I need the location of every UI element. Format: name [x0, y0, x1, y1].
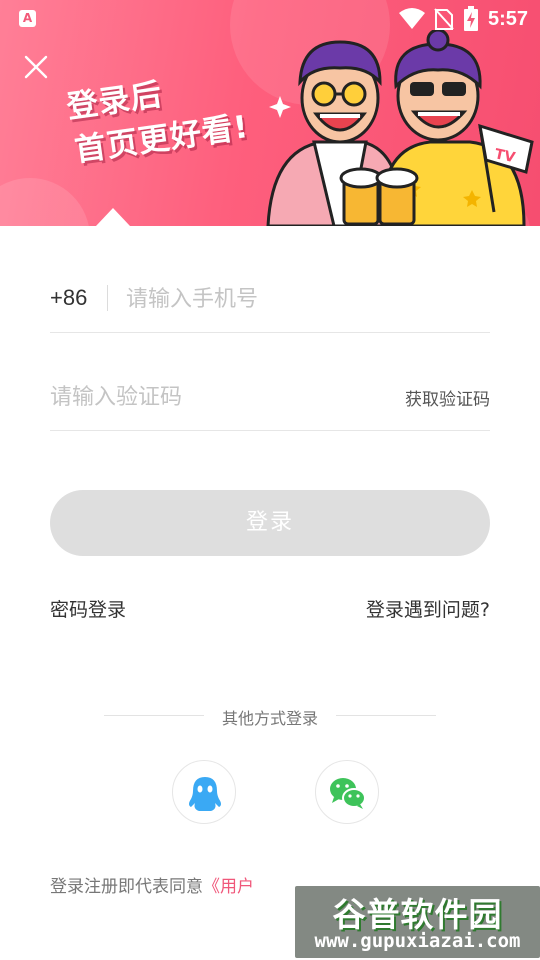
app-notification-icon: A — [19, 10, 36, 27]
password-login-link[interactable]: 密码登录 — [50, 595, 126, 622]
login-trouble-link[interactable]: 登录遇到问题? — [366, 595, 490, 622]
header-banner: A 5:57 登录后 首页更好看! TV — [0, 0, 540, 226]
banner-pointer — [96, 208, 130, 226]
divider-line — [336, 715, 436, 716]
qq-login-button[interactable] — [172, 760, 236, 824]
banner-slogan: 登录后 首页更好看! — [64, 61, 252, 173]
divider-line — [104, 715, 204, 716]
code-row: 获取验证码 — [50, 363, 490, 431]
close-icon[interactable] — [20, 51, 52, 83]
decor-circle — [0, 178, 90, 226]
other-login-title: 其他方式登录 — [221, 709, 318, 728]
status-icons: 5:57 — [398, 6, 528, 32]
watermark-url: www.gupuxiazai.com — [314, 930, 521, 952]
wechat-login-button[interactable] — [315, 760, 379, 824]
phone-row: +86 — [50, 265, 490, 333]
agreement-text: 登录注册即代表同意《用户 — [50, 872, 254, 897]
get-code-button[interactable]: 获取验证码 — [405, 385, 490, 410]
wechat-icon — [330, 778, 366, 809]
phone-input[interactable] — [126, 281, 486, 317]
divider — [107, 285, 108, 311]
mascot-illustration: TV — [266, 30, 534, 226]
site-watermark: 谷普软件园 www.gupuxiazai.com — [295, 886, 540, 958]
status-time: 5:57 — [487, 7, 528, 30]
agreement-prefix: 登录注册即代表同意 — [50, 877, 203, 897]
qq-icon — [189, 777, 221, 811]
verification-code-input[interactable] — [50, 379, 370, 415]
wifi-icon — [398, 8, 425, 29]
watermark-logo: 谷普软件园 — [332, 895, 503, 934]
country-code[interactable]: +86 — [50, 285, 87, 311]
user-agreement-link[interactable]: 《用户 — [203, 877, 254, 897]
no-sim-icon — [434, 8, 454, 30]
login-button[interactable]: 登录 — [50, 490, 490, 556]
battery-charging-icon — [463, 6, 478, 31]
